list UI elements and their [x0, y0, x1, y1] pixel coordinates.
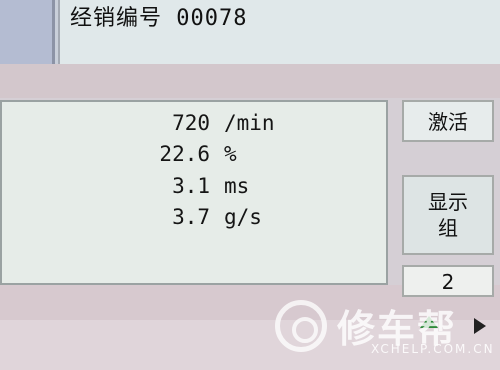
- reading-value: 3.7: [172, 205, 210, 229]
- dealer-label: 经销编号: [70, 6, 163, 31]
- group-number-field[interactable]: 2: [402, 265, 494, 297]
- reading-unit: g/s: [224, 205, 262, 229]
- reading-value: 3.1: [172, 174, 210, 198]
- activate-button-label: 激活: [428, 110, 468, 134]
- watermark-logo-ring: [292, 317, 318, 343]
- reading-unit: %: [224, 142, 237, 166]
- readings-panel: 720 /min 22.6 % 3.1 ms 3.7 g/s: [0, 100, 388, 285]
- dealer-number-display: 经销编号 00078: [70, 0, 248, 32]
- top-left-strip: [0, 0, 55, 66]
- display-group-label-line1: 显示: [428, 190, 468, 214]
- reading-value: 22.6: [159, 142, 210, 166]
- reading-value: 720: [172, 111, 210, 135]
- display-group-button[interactable]: 显示 组: [402, 175, 494, 255]
- divider-band: [0, 64, 500, 98]
- group-number-value: 2: [441, 270, 455, 294]
- watermark-domain: XCHELP.COM.CN: [371, 342, 495, 356]
- display-group-label-line2: 组: [438, 216, 458, 240]
- dealer-number: 00078: [176, 6, 248, 31]
- activate-button[interactable]: 激活: [402, 100, 494, 142]
- reading-unit: /min: [224, 111, 275, 135]
- watermark-logo-icon: [275, 300, 327, 352]
- watermark: 修车帮 XCHELP.COM.CN: [275, 298, 500, 366]
- reading-unit: ms: [224, 174, 250, 198]
- dealer-number-panel: 经销编号 00078: [58, 0, 500, 67]
